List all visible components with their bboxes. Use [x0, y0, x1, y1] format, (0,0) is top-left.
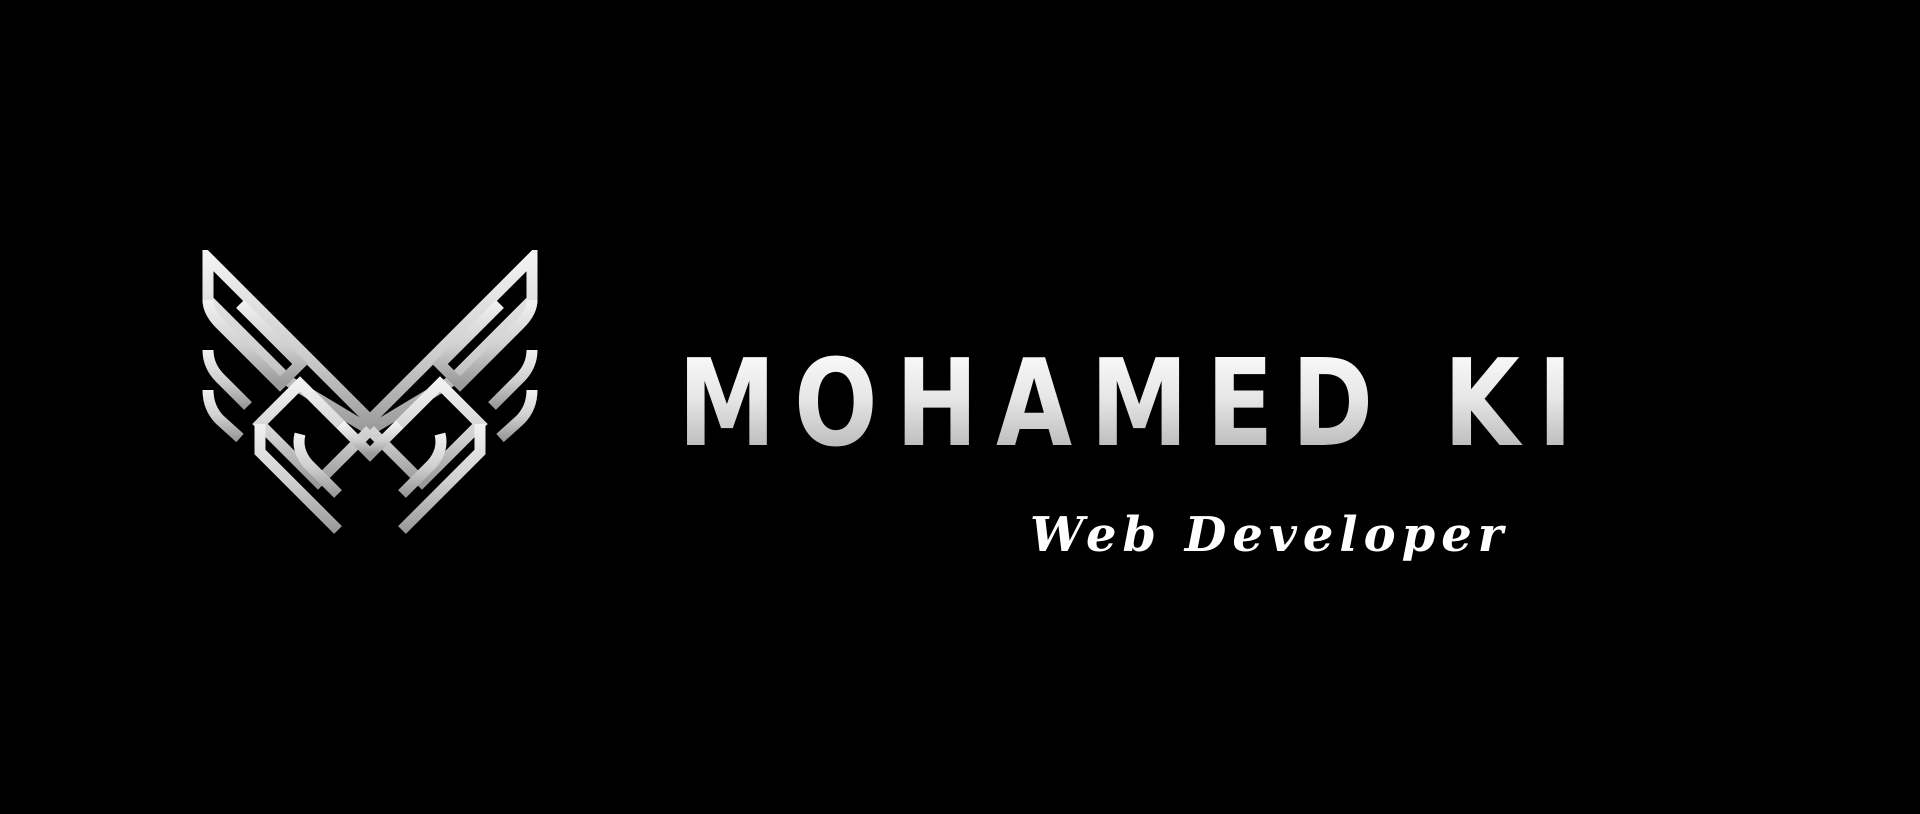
winged-m-monogram-icon: [202, 250, 538, 534]
brand-name: MOHAMED KHIRE: [678, 335, 1872, 474]
wordmark: MOHAMED KHIRE: [678, 335, 1872, 474]
logo-banner: MOHAMED KHIRE Web Developer: [0, 0, 1920, 814]
brand-tagline: Web Developer: [1030, 507, 1510, 563]
